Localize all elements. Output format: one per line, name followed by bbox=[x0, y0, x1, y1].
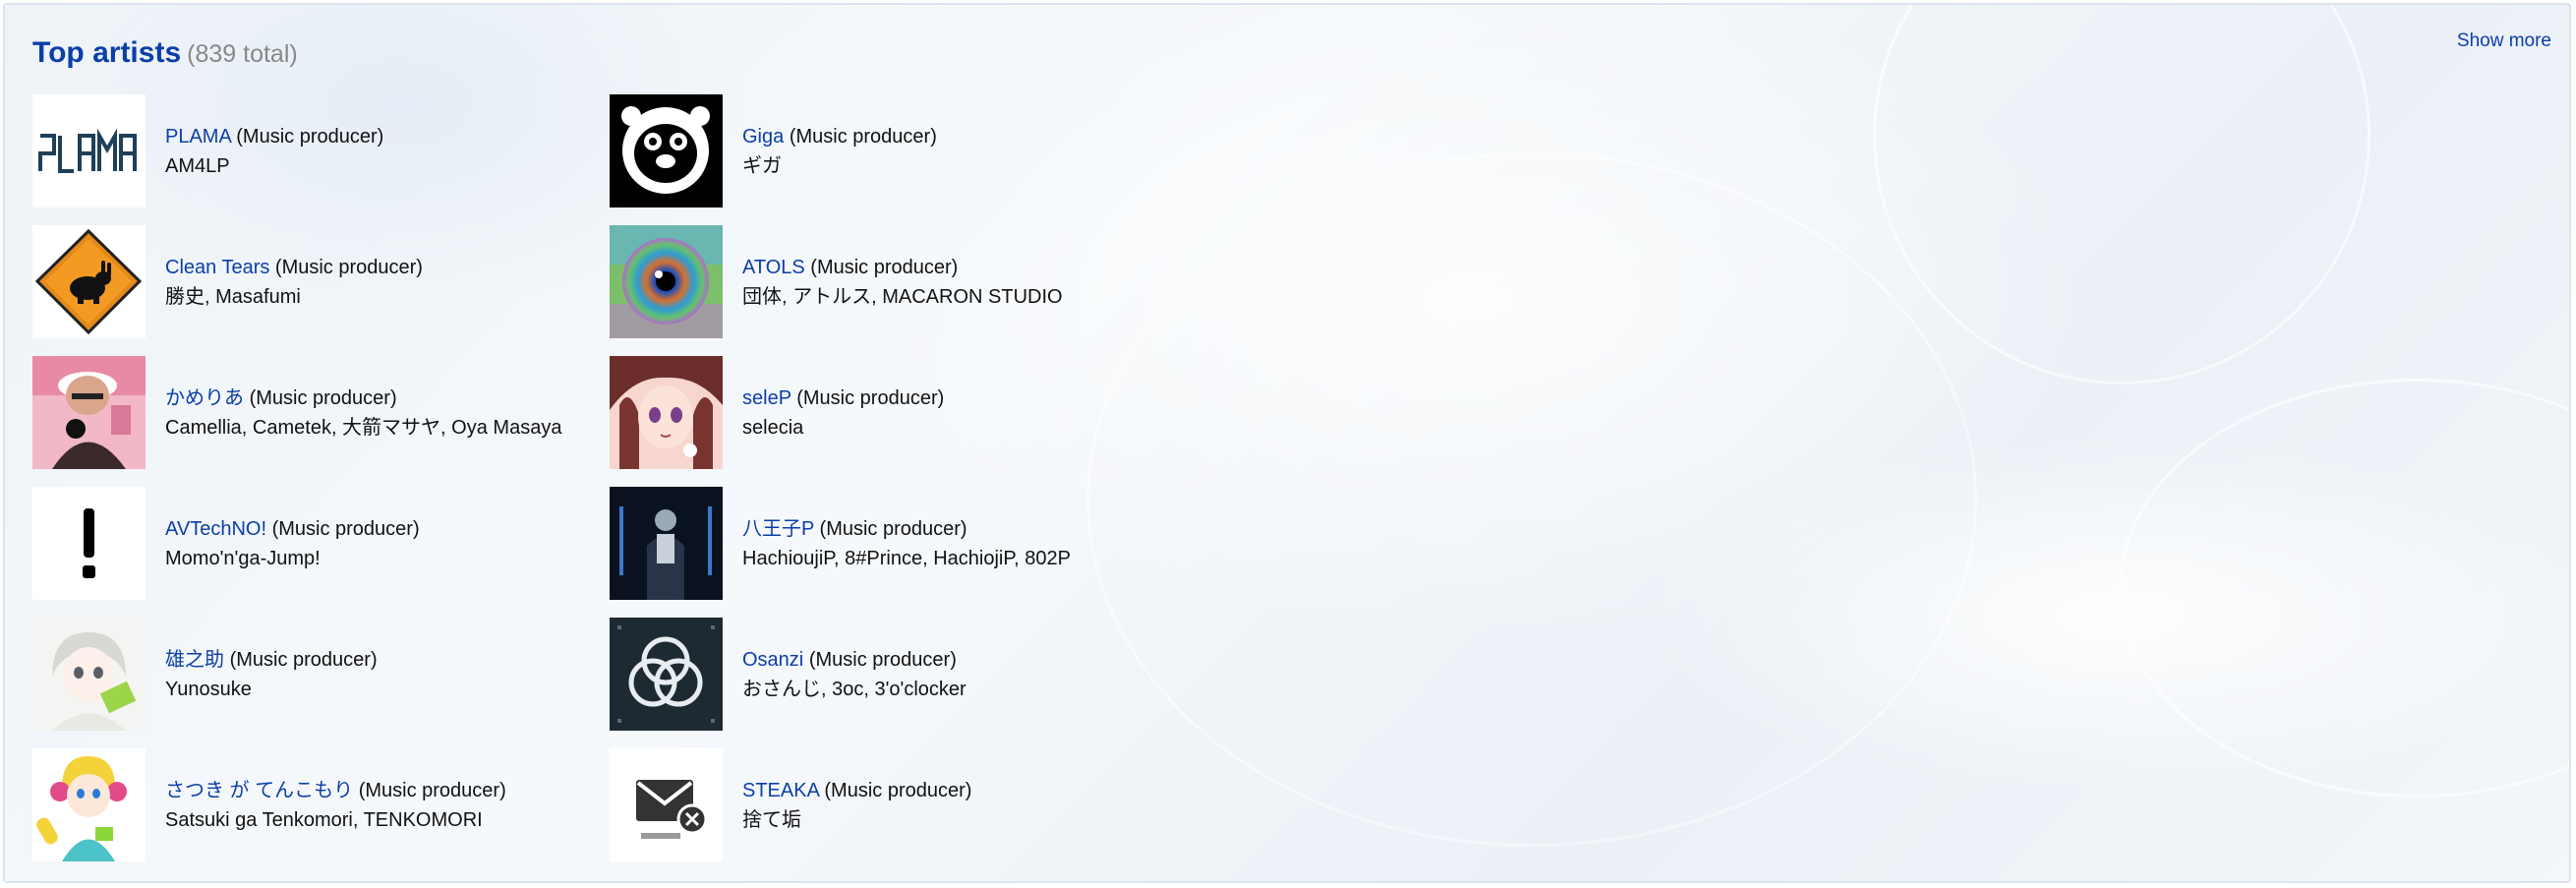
exclamation-icon bbox=[32, 487, 146, 600]
artist-type: (Music producer) bbox=[810, 257, 959, 278]
artist-aliases: ギガ bbox=[742, 155, 782, 177]
artist-total-count: (839 total) bbox=[187, 40, 298, 68]
artist-type: (Music producer) bbox=[824, 780, 972, 801]
artist-aliases: 捨て垢 bbox=[742, 809, 801, 831]
artist-aliases: HachioujiP, 8#Prince, HachiojiP, 802P bbox=[742, 548, 1071, 569]
artist-type: (Music producer) bbox=[796, 387, 945, 409]
artist-type: (Music producer) bbox=[274, 257, 423, 278]
artist-type: (Music producer) bbox=[819, 518, 967, 540]
artist-name-link[interactable]: Clean Tears bbox=[165, 257, 269, 278]
artist-aliases: selecia bbox=[742, 417, 804, 439]
artist-info: Osanzi (Music producer) おさんじ, 3oc, 3'o'c… bbox=[742, 645, 1195, 704]
artist-thumbnail[interactable] bbox=[610, 356, 723, 469]
artist-name-link[interactable]: 雄之助 bbox=[165, 649, 224, 671]
top-artists-panel: Top artists (839 total) Show more PLAMA … bbox=[3, 3, 2571, 883]
artist-item: Clean Tears (Music producer) 勝史, Masafum… bbox=[32, 225, 583, 338]
artist-type: (Music producer) bbox=[789, 126, 937, 148]
artist-item: 八王子P (Music producer) HachioujiP, 8#Prin… bbox=[610, 487, 1160, 600]
artist-name-link[interactable]: かめりあ bbox=[165, 387, 244, 409]
artist-type: (Music producer) bbox=[229, 649, 378, 671]
background-swirl-decoration bbox=[1086, 152, 1977, 847]
artist-info: さつき が てんこもり (Music producer) Satsuki ga … bbox=[165, 776, 617, 835]
anime-boy-icon bbox=[32, 618, 146, 731]
artist-name-link[interactable]: STEAKA bbox=[742, 780, 819, 801]
artist-aliases: Camellia, Cametek, 大箭マサヤ, Oya Masaya bbox=[165, 417, 562, 439]
artist-thumbnail[interactable] bbox=[610, 225, 723, 338]
artist-thumbnail[interactable] bbox=[610, 618, 723, 731]
artist-aliases: 団体, アトルス, MACARON STUDIO bbox=[742, 286, 1063, 308]
artist-info: seleP (Music producer) selecia bbox=[742, 384, 1195, 443]
artist-item: さつき が てんこもり (Music producer) Satsuki ga … bbox=[32, 748, 583, 861]
artist-thumbnail[interactable] bbox=[32, 618, 146, 731]
section-heading: Top artists (839 total) bbox=[32, 36, 298, 70]
anime-girl-icon bbox=[610, 356, 723, 469]
artist-info: STEAKA (Music producer) 捨て垢 bbox=[742, 776, 1195, 835]
artist-aliases: Yunosuke bbox=[165, 679, 252, 700]
artist-name-link[interactable]: seleP bbox=[742, 387, 791, 409]
artist-thumbnail[interactable] bbox=[610, 94, 723, 207]
artist-name-link[interactable]: Osanzi bbox=[742, 649, 803, 671]
artist-thumbnail[interactable] bbox=[32, 487, 146, 600]
artist-item: かめりあ (Music producer) Camellia, Cametek,… bbox=[32, 356, 583, 469]
warning-sign-rabbit-icon bbox=[32, 225, 146, 338]
artist-info: 雄之助 (Music producer) Yunosuke bbox=[165, 645, 617, 704]
artist-thumbnail[interactable] bbox=[32, 225, 146, 338]
mail-logo-icon bbox=[610, 748, 723, 861]
background-flower-decoration bbox=[1873, 5, 2371, 385]
section-title: Top artists bbox=[32, 36, 182, 69]
artist-item: Giga (Music producer) ギガ bbox=[610, 94, 1160, 207]
artist-name-link[interactable]: AVTechNO! bbox=[165, 518, 266, 540]
artist-thumbnail[interactable] bbox=[610, 487, 723, 600]
dj-photo-icon bbox=[32, 356, 146, 469]
artist-name-link[interactable]: PLAMA bbox=[165, 126, 231, 148]
artist-info: かめりあ (Music producer) Camellia, Cametek,… bbox=[165, 384, 617, 443]
artist-type: (Music producer) bbox=[236, 126, 384, 148]
anime-headphones-icon bbox=[32, 748, 146, 861]
artist-item: Osanzi (Music producer) おさんじ, 3oc, 3'o'c… bbox=[610, 618, 1160, 731]
artist-info: 八王子P (Music producer) HachioujiP, 8#Prin… bbox=[742, 514, 1195, 573]
artist-thumbnail[interactable] bbox=[32, 748, 146, 861]
artist-item: ATOLS (Music producer) 団体, アトルス, MACARON… bbox=[610, 225, 1160, 338]
artist-item: seleP (Music producer) selecia bbox=[610, 356, 1160, 469]
artist-info: Clean Tears (Music producer) 勝史, Masafum… bbox=[165, 253, 617, 312]
artist-info: Giga (Music producer) ギガ bbox=[742, 122, 1195, 181]
artist-name-link[interactable]: 八王子P bbox=[742, 518, 814, 540]
artist-item: 雄之助 (Music producer) Yunosuke bbox=[32, 618, 583, 731]
artist-name-link[interactable]: さつき が てんこもり bbox=[165, 780, 353, 801]
artist-info: AVTechNO! (Music producer) Momo'n'ga-Jum… bbox=[165, 514, 617, 573]
artist-name-link[interactable]: ATOLS bbox=[742, 257, 805, 278]
plama-logo-icon bbox=[32, 94, 146, 207]
artist-thumbnail[interactable] bbox=[610, 748, 723, 861]
bear-avatar-icon bbox=[610, 94, 723, 207]
artist-info: ATOLS (Music producer) 団体, アトルス, MACARON… bbox=[742, 253, 1195, 312]
artist-type: (Music producer) bbox=[249, 387, 397, 409]
artist-type: (Music producer) bbox=[808, 649, 957, 671]
artist-item: AVTechNO! (Music producer) Momo'n'ga-Jum… bbox=[32, 487, 583, 600]
show-more-link[interactable]: Show more bbox=[2457, 30, 2551, 52]
eye-artwork-icon bbox=[610, 225, 723, 338]
background-petal-decoration bbox=[2119, 379, 2569, 798]
artist-aliases: おさんじ, 3oc, 3'o'clocker bbox=[742, 679, 966, 700]
stage-photo-icon bbox=[610, 487, 723, 600]
artist-aliases: AM4LP bbox=[165, 155, 230, 177]
artist-info: PLAMA (Music producer) AM4LP bbox=[165, 122, 617, 181]
artist-item: STEAKA (Music producer) 捨て垢 bbox=[610, 748, 1160, 861]
artist-thumbnail[interactable] bbox=[32, 94, 146, 207]
artist-aliases: 勝史, Masafumi bbox=[165, 286, 301, 308]
artist-type: (Music producer) bbox=[358, 780, 506, 801]
triple-ring-logo-icon bbox=[610, 618, 723, 731]
artist-aliases: Satsuki ga Tenkomori, TENKOMORI bbox=[165, 809, 483, 831]
artist-thumbnail[interactable] bbox=[32, 356, 146, 469]
artist-item: PLAMA (Music producer) AM4LP bbox=[32, 94, 583, 207]
artist-aliases: Momo'n'ga-Jump! bbox=[165, 548, 321, 569]
artist-name-link[interactable]: Giga bbox=[742, 126, 784, 148]
artist-type: (Music producer) bbox=[271, 518, 420, 540]
